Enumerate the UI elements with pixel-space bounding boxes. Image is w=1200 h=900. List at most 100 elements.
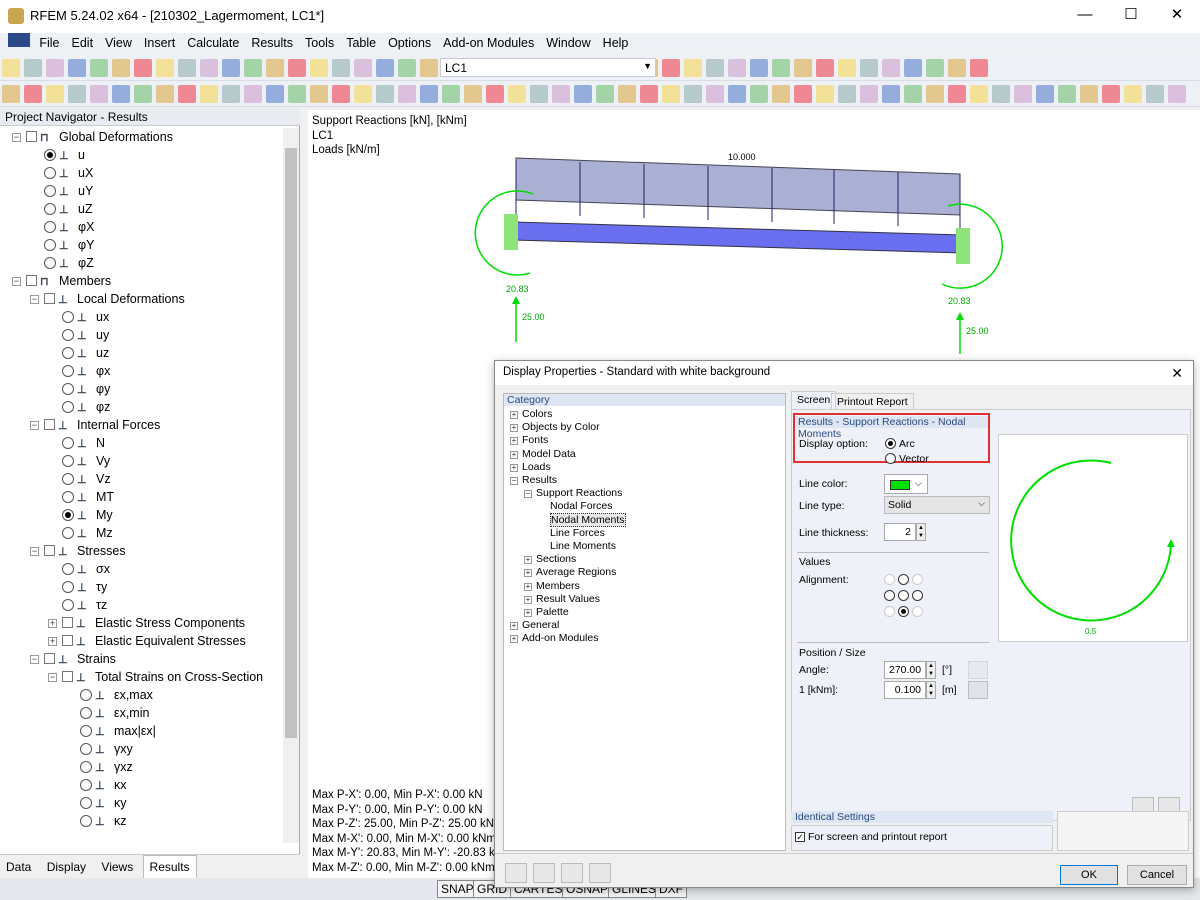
toolbar-tool-icon[interactable] <box>156 85 174 103</box>
toolbar-tool-icon[interactable] <box>200 85 218 103</box>
pick-scale-button[interactable] <box>968 681 988 699</box>
nav-item[interactable]: ⊥ Mz <box>48 526 113 544</box>
toolbar-tool-icon[interactable] <box>992 85 1010 103</box>
toolbar-tool-icon[interactable] <box>420 85 438 103</box>
nav-item[interactable]: ⊥ κz <box>66 814 127 832</box>
category-item[interactable]: + Sections <box>524 553 576 565</box>
expand-toggle[interactable]: + <box>524 569 532 578</box>
toolbar-tool-icon[interactable] <box>178 85 196 103</box>
radio-button[interactable] <box>80 815 92 827</box>
category-item[interactable]: Line Moments <box>550 540 616 552</box>
toolbar-tool-icon[interactable] <box>1168 85 1186 103</box>
toolbar-tool-icon[interactable] <box>156 59 174 77</box>
toolbar-tool-icon[interactable] <box>530 85 548 103</box>
toolbar-tool-icon[interactable] <box>596 85 614 103</box>
option-arc[interactable]: Arc <box>885 438 915 450</box>
menu-options[interactable]: Options <box>382 33 437 50</box>
toolbar-tool-icon[interactable] <box>750 85 768 103</box>
tab-results[interactable]: Results <box>142 855 197 879</box>
toolbar-tool-icon[interactable] <box>310 59 328 77</box>
expand-toggle[interactable]: + <box>48 637 57 646</box>
toolbar-tool-icon[interactable] <box>442 85 460 103</box>
radio-button[interactable] <box>62 455 74 467</box>
toolbar-tool-icon[interactable] <box>882 59 900 77</box>
nav-item[interactable]: ⊥ uZ <box>30 202 93 220</box>
nav-item[interactable]: − ⊓ Members <box>12 274 111 292</box>
dialog-close-button[interactable]: ✕ <box>1171 365 1183 382</box>
help-icon[interactable] <box>505 863 527 883</box>
nav-item[interactable]: ⊥ φZ <box>30 256 94 274</box>
radio-button[interactable] <box>44 221 56 233</box>
expand-toggle[interactable]: + <box>510 463 518 472</box>
expand-toggle[interactable]: − <box>30 421 39 430</box>
toolbar-tool-icon[interactable] <box>948 85 966 103</box>
nav-item[interactable]: ⊥ uz <box>48 346 109 364</box>
category-item[interactable]: + Model Data <box>510 448 576 460</box>
toolbar-tool-icon[interactable] <box>706 85 724 103</box>
toolbar-tool-icon[interactable] <box>970 85 988 103</box>
nav-item[interactable]: ⊥ Vy <box>48 454 110 472</box>
toolbar-tool-icon[interactable] <box>46 85 64 103</box>
tab-data[interactable]: Data <box>0 856 37 878</box>
checkbox[interactable] <box>62 635 73 646</box>
align-top-center[interactable] <box>898 574 909 585</box>
radio-button[interactable] <box>62 383 74 395</box>
toolbar-tool-icon[interactable] <box>794 85 812 103</box>
minimize-button[interactable]: — <box>1062 0 1108 30</box>
toolbar-tool-icon[interactable] <box>684 85 702 103</box>
nav-item[interactable]: ⊥ φX <box>30 220 94 238</box>
toolbar-tool-icon[interactable] <box>68 59 86 77</box>
checkbox[interactable] <box>62 617 73 628</box>
expand-toggle[interactable]: + <box>524 609 532 617</box>
expand-toggle[interactable]: − <box>30 295 39 304</box>
radio-button[interactable] <box>62 563 74 575</box>
nav-item[interactable]: ⊥ φy <box>48 382 110 400</box>
radio-button[interactable] <box>62 491 74 503</box>
toolbar-tool-icon[interactable] <box>574 85 592 103</box>
toolbar-tool-icon[interactable] <box>266 85 284 103</box>
line-type-select[interactable]: Solid ⌵ <box>884 496 990 514</box>
checkbox[interactable] <box>62 671 73 682</box>
radio-button[interactable] <box>62 437 74 449</box>
menu-edit[interactable]: Edit <box>66 33 100 50</box>
checkbox[interactable] <box>26 131 37 142</box>
toolbar-tool-icon[interactable] <box>288 85 306 103</box>
radio-button[interactable] <box>62 401 74 413</box>
toolbar-tool-icon[interactable] <box>618 85 636 103</box>
toolbar-tool-icon[interactable] <box>68 85 86 103</box>
nav-item[interactable]: ⊥ τz <box>48 598 107 616</box>
nav-item[interactable]: ⊥ ux <box>48 310 109 328</box>
category-item[interactable]: + Members <box>524 580 580 592</box>
expand-toggle[interactable]: − <box>524 490 532 499</box>
category-item[interactable]: + General <box>510 619 559 631</box>
nav-item[interactable]: − ⊥ Stresses <box>30 544 126 562</box>
menu-window[interactable]: Window <box>540 33 596 50</box>
nav-item[interactable]: ⊥ τy <box>48 580 107 598</box>
menu-results[interactable]: Results <box>245 33 299 50</box>
toolbar-tool-icon[interactable] <box>838 85 856 103</box>
nav-item[interactable]: ⊥ φx <box>48 364 110 382</box>
toolbar-tool-icon[interactable] <box>860 85 878 103</box>
toolbar-tool-icon[interactable] <box>112 85 130 103</box>
export-icon[interactable] <box>589 863 611 883</box>
expand-toggle[interactable]: + <box>524 582 532 591</box>
tab-screen[interactable]: Screen <box>791 391 837 409</box>
toolbar-tool-icon[interactable] <box>1036 85 1054 103</box>
nav-item[interactable]: − ⊓ Global Deformations <box>12 130 173 148</box>
scale-spinner[interactable]: ▲ ▼ <box>926 681 936 699</box>
radio-button[interactable] <box>80 743 92 755</box>
expand-toggle[interactable]: − <box>12 277 21 286</box>
radio-button[interactable] <box>80 797 92 809</box>
toolbar-tool-icon[interactable] <box>398 85 416 103</box>
nav-item[interactable]: ⊥ uX <box>30 166 93 184</box>
radio-button[interactable] <box>44 239 56 251</box>
nav-item[interactable]: − ⊥ Local Deformations <box>30 292 185 310</box>
nav-item[interactable]: ⊥ φY <box>30 238 94 256</box>
line-thickness-input[interactable]: 2 <box>884 523 916 541</box>
toolbar-tool-icon[interactable] <box>838 59 856 77</box>
nav-item[interactable]: − ⊥ Strains <box>30 652 116 670</box>
radio-button[interactable] <box>80 707 92 719</box>
category-item[interactable]: − Support Reactions <box>524 487 622 499</box>
category-item[interactable]: + Loads <box>510 461 551 473</box>
toolbar-tool-icon[interactable] <box>552 85 570 103</box>
